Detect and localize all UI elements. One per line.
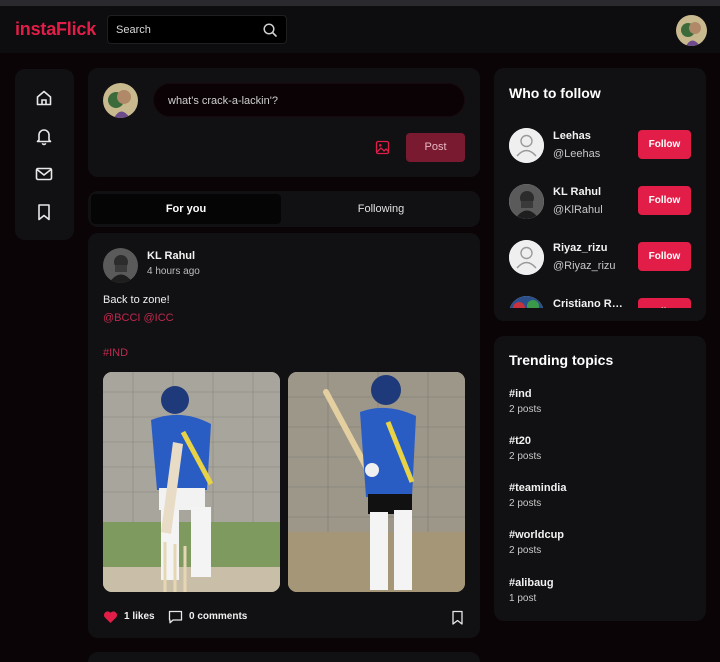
trending-tag[interactable]: #teamindia [509, 482, 689, 494]
user-avatar[interactable] [509, 296, 544, 308]
post-author-name[interactable]: KL Rahul [147, 250, 195, 262]
follow-item: Cristiano Ronaldo Follow [494, 292, 706, 308]
follow-item: KL Rahul @KlRahul Follow [494, 180, 706, 236]
user-handle: @Leehas [553, 148, 601, 160]
feed-post: KL Rahul 4 hours ago Back to zone! @BCCI… [88, 233, 480, 638]
trending-count: 2 posts [509, 404, 542, 415]
post-mentions[interactable]: @BCCI @ICC [103, 312, 174, 324]
user-avatar[interactable] [509, 128, 544, 163]
side-navigation [15, 69, 74, 240]
bell-icon[interactable] [34, 126, 54, 146]
comment-icon[interactable] [168, 610, 183, 624]
trending-item[interactable]: #ind 2 posts [509, 388, 689, 422]
likes-count[interactable]: 1 likes [124, 611, 155, 622]
trending-tag[interactable]: #ind [509, 388, 689, 400]
follow-button[interactable]: Follow [638, 130, 691, 159]
trending-tag[interactable]: #alibaug [509, 577, 689, 589]
user-name[interactable]: Cristiano Ronaldo [553, 298, 629, 308]
trending-topics-panel: Trending topics #ind 2 posts #t20 2 post… [494, 336, 706, 621]
trending-tag[interactable]: #t20 [509, 435, 689, 447]
search-icon[interactable] [262, 22, 278, 38]
trending-count: 1 post [509, 593, 537, 604]
search-input[interactable] [116, 22, 256, 38]
tab-following[interactable]: Following [286, 194, 476, 224]
who-to-follow-title: Who to follow [509, 85, 601, 101]
follow-button[interactable]: Follow [638, 186, 691, 215]
top-navbar: instaFlick [0, 6, 720, 53]
user-handle: @Riyaz_rizu [553, 260, 616, 272]
follow-button[interactable]: Follow [638, 298, 691, 308]
trending-count: 2 posts [509, 498, 542, 509]
search-box[interactable] [107, 15, 287, 44]
user-avatar[interactable] [509, 184, 544, 219]
user-name[interactable]: Leehas [553, 130, 591, 142]
trending-item[interactable]: #teamindia 2 posts [509, 482, 689, 516]
home-icon[interactable] [34, 88, 54, 108]
composer-placeholder: what's crack-a-lackin'? [168, 95, 278, 107]
tab-for-you[interactable]: For you [91, 194, 281, 224]
profile-avatar[interactable] [676, 15, 707, 46]
trending-tag[interactable]: #worldcup [509, 529, 689, 541]
post-image[interactable] [288, 372, 465, 592]
follow-list[interactable]: Leehas @Leehas Follow KL Rahul @KlRahul … [494, 120, 706, 308]
next-post-card [88, 652, 480, 662]
bookmark-icon[interactable] [34, 202, 54, 222]
trending-item[interactable]: #t20 2 posts [509, 435, 689, 469]
who-to-follow-panel: Who to follow Leehas @Leehas Follow KL R… [494, 68, 706, 321]
image-icon[interactable] [375, 140, 390, 155]
follow-item: Riyaz_rizu @Riyaz_rizu Follow [494, 236, 706, 292]
post-image[interactable] [103, 372, 280, 592]
post-text: Back to zone! [103, 294, 170, 306]
trending-count: 2 posts [509, 451, 542, 462]
user-name[interactable]: KL Rahul [553, 186, 601, 198]
post-button[interactable]: Post [406, 133, 465, 162]
heart-icon[interactable] [103, 610, 118, 624]
trending-item[interactable]: #worldcup 2 posts [509, 529, 689, 563]
post-timestamp: 4 hours ago [147, 266, 200, 277]
trending-item[interactable]: #alibaug 1 post [509, 577, 689, 611]
post-author-avatar[interactable] [103, 248, 138, 283]
brand-logo[interactable]: instaFlick [15, 19, 96, 40]
composer-input[interactable]: what's crack-a-lackin'? [153, 83, 465, 117]
feed-tabs: For you Following [88, 191, 480, 227]
follow-item: Leehas @Leehas Follow [494, 124, 706, 180]
composer-avatar [103, 83, 138, 118]
post-composer: what's crack-a-lackin'? Post [88, 68, 480, 177]
user-handle: @KlRahul [553, 204, 603, 216]
user-avatar[interactable] [509, 240, 544, 275]
mail-icon[interactable] [34, 164, 54, 184]
user-name[interactable]: Riyaz_rizu [553, 242, 607, 254]
comments-count[interactable]: 0 comments [189, 611, 247, 622]
post-hashtag[interactable]: #IND [103, 347, 128, 359]
trending-title: Trending topics [509, 352, 614, 368]
follow-button[interactable]: Follow [638, 242, 691, 271]
bookmark-icon[interactable] [451, 610, 464, 625]
trending-count: 2 posts [509, 545, 542, 556]
